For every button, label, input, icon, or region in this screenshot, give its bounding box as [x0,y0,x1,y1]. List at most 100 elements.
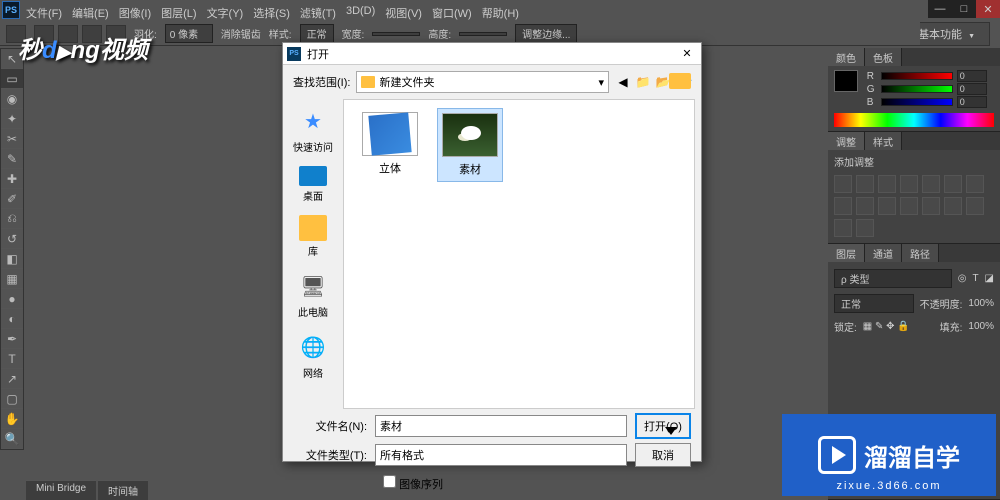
path-tool[interactable]: ↗ [1,369,23,389]
eyedropper-tool[interactable]: ✎ [1,149,23,169]
adj-exposure-icon[interactable] [900,175,918,193]
back-button[interactable]: ◀ [615,74,631,90]
lookin-label: 查找范围(I): [293,74,350,90]
pen-tool[interactable]: ✒ [1,329,23,349]
file-item-material[interactable]: 素材 [437,108,503,182]
maximize-button[interactable]: □ [952,0,976,18]
r-slider[interactable] [881,72,953,80]
bottom-tab-bar: Mini Bridge 时间轴 [26,480,148,500]
menu-filter[interactable]: 滤镜(T) [296,3,340,23]
crop-tool[interactable]: ✂ [1,129,23,149]
place-this-pc[interactable]: 🖥 此电脑 [287,270,339,319]
network-icon: 🌐 [297,331,329,363]
open-button[interactable]: 打开(O) [635,413,691,439]
adj-hue-icon[interactable] [944,175,962,193]
brush-tool[interactable]: ✐ [1,189,23,209]
place-network[interactable]: 🌐 网络 [287,331,339,380]
menu-image[interactable]: 图像(I) [115,3,155,23]
menu-select[interactable]: 选择(S) [249,3,294,23]
filter-icon[interactable]: ◎ [958,273,967,284]
up-button[interactable]: 📁 [635,74,651,90]
dodge-tool[interactable]: ◐ [1,309,23,329]
color-spectrum[interactable] [834,113,994,127]
shape-tool[interactable]: ▢ [1,389,23,409]
wand-tool[interactable]: ✦ [1,109,23,129]
feather-input[interactable]: 0 像素 [165,24,213,43]
width-input[interactable] [372,32,420,36]
filter-icon3[interactable]: ◪ [985,273,994,284]
lookin-dropdown[interactable]: 新建文件夹 ▾ [356,71,609,93]
file-item-cube[interactable]: 立体 [358,108,422,180]
foreground-color-swatch[interactable] [834,70,858,92]
layer-kind-filter[interactable]: ρ 类型 [834,269,952,288]
fill-value[interactable]: 100% [968,321,994,332]
adj-invert-icon[interactable] [922,197,940,215]
r-value[interactable]: 0 [957,70,987,82]
blur-tool[interactable]: ● [1,289,23,309]
tab-timeline[interactable]: 时间轴 [98,480,148,500]
adj-mixer-icon[interactable] [878,197,896,215]
tab-styles[interactable]: 样式 [865,132,902,150]
hand-tool[interactable]: ✋ [1,409,23,429]
menu-help[interactable]: 帮助(H) [478,3,523,23]
place-libraries[interactable]: 库 [287,215,339,258]
adj-levels-icon[interactable] [856,175,874,193]
g-slider[interactable] [881,85,953,93]
heal-tool[interactable]: ✚ [1,169,23,189]
filter-icon2[interactable]: T [972,273,978,284]
adj-brightness-icon[interactable] [834,175,852,193]
adj-selcolor-icon[interactable] [856,219,874,237]
tab-paths[interactable]: 路径 [902,244,939,262]
g-value[interactable]: 0 [957,83,987,95]
eraser-tool[interactable]: ◧ [1,249,23,269]
zoom-tool[interactable]: 🔍 [1,429,23,449]
adj-curves-icon[interactable] [878,175,896,193]
type-tool[interactable]: T [1,349,23,369]
tab-adjustments[interactable]: 调整 [828,132,865,150]
menu-file[interactable]: 文件(F) [22,3,66,23]
filename-input[interactable]: 素材 [375,415,627,437]
adj-thresh-icon[interactable] [966,197,984,215]
adj-photo-icon[interactable] [856,197,874,215]
opacity-value[interactable]: 100% [968,298,994,309]
stamp-tool[interactable]: ⎌ [1,209,23,229]
height-input[interactable] [459,32,507,36]
cancel-button[interactable]: 取消 [635,443,691,467]
blend-mode-select[interactable]: 正常 [834,294,914,313]
menu-layer[interactable]: 图层(L) [157,3,200,23]
menu-window[interactable]: 窗口(W) [428,3,476,23]
gradient-tool[interactable]: ▦ [1,269,23,289]
dialog-close-button[interactable]: ✕ [677,47,697,60]
place-quick-access[interactable]: ★ 快速访问 [287,105,339,154]
menu-type[interactable]: 文字(Y) [203,3,248,23]
adj-balance-icon[interactable] [966,175,984,193]
adj-vibrance-icon[interactable] [922,175,940,193]
menu-view[interactable]: 视图(V) [381,3,426,23]
place-label: 此电脑 [287,304,339,319]
menu-edit[interactable]: 编辑(E) [68,3,113,23]
marquee-tool[interactable]: ▭ [1,69,23,89]
tab-channels[interactable]: 通道 [865,244,902,262]
adj-lookup-icon[interactable] [900,197,918,215]
adj-bw-icon[interactable] [834,197,852,215]
menu-3d[interactable]: 3D(D) [342,3,379,23]
filetype-select[interactable]: 所有格式 [375,444,627,466]
file-list-area[interactable]: 立体 素材 [343,99,695,409]
lock-icons[interactable]: ▦ ✎ ✥ 🔒 [863,321,910,332]
minimize-button[interactable]: — [928,0,952,18]
tab-color[interactable]: 颜色 [828,48,865,66]
tab-mini-bridge[interactable]: Mini Bridge [26,480,96,500]
close-button[interactable]: ✕ [976,0,1000,18]
adj-poster-icon[interactable] [944,197,962,215]
tab-swatches[interactable]: 色板 [865,48,902,66]
style-select[interactable]: 正常 [300,24,334,43]
lasso-tool[interactable]: ◉ [1,89,23,109]
b-slider[interactable] [881,98,953,106]
place-desktop[interactable]: 桌面 [287,166,339,203]
refine-edge-button[interactable]: 调整边缘... [515,24,577,43]
adj-gradmap-icon[interactable] [834,219,852,237]
b-value[interactable]: 0 [957,96,987,108]
image-sequence-checkbox[interactable] [383,475,396,488]
history-tool[interactable]: ↺ [1,229,23,249]
tab-layers[interactable]: 图层 [828,244,865,262]
